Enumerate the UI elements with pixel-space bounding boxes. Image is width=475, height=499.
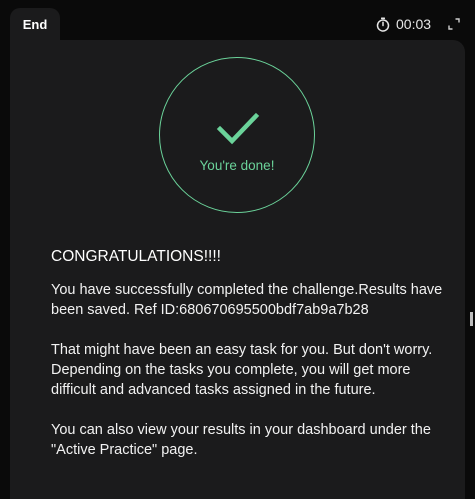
- completion-badge: You're done!: [159, 57, 315, 213]
- message-content: CONGRATULATIONS!!!! You have successfull…: [51, 247, 451, 480]
- results-saved-paragraph: You have successfully completed the chal…: [51, 282, 443, 318]
- check-icon: [216, 112, 260, 145]
- tab-end[interactable]: End: [10, 8, 60, 42]
- congratulations-heading: CONGRATULATIONS!!!!: [51, 248, 221, 265]
- dashboard-paragraph: You can also view your results in your d…: [51, 422, 431, 458]
- tab-end-label: End: [22, 16, 48, 32]
- stopwatch-icon: [376, 17, 390, 32]
- difficulty-paragraph: That might have been an easy task for yo…: [51, 342, 433, 398]
- completion-status-text: You're done!: [199, 158, 275, 173]
- timer-value: 00:03: [396, 16, 432, 32]
- top-bar: End 00:03: [0, 0, 475, 42]
- timer: 00:03: [376, 14, 431, 34]
- expand-icon[interactable]: [448, 17, 460, 30]
- scrollbar-handle[interactable]: [470, 312, 473, 326]
